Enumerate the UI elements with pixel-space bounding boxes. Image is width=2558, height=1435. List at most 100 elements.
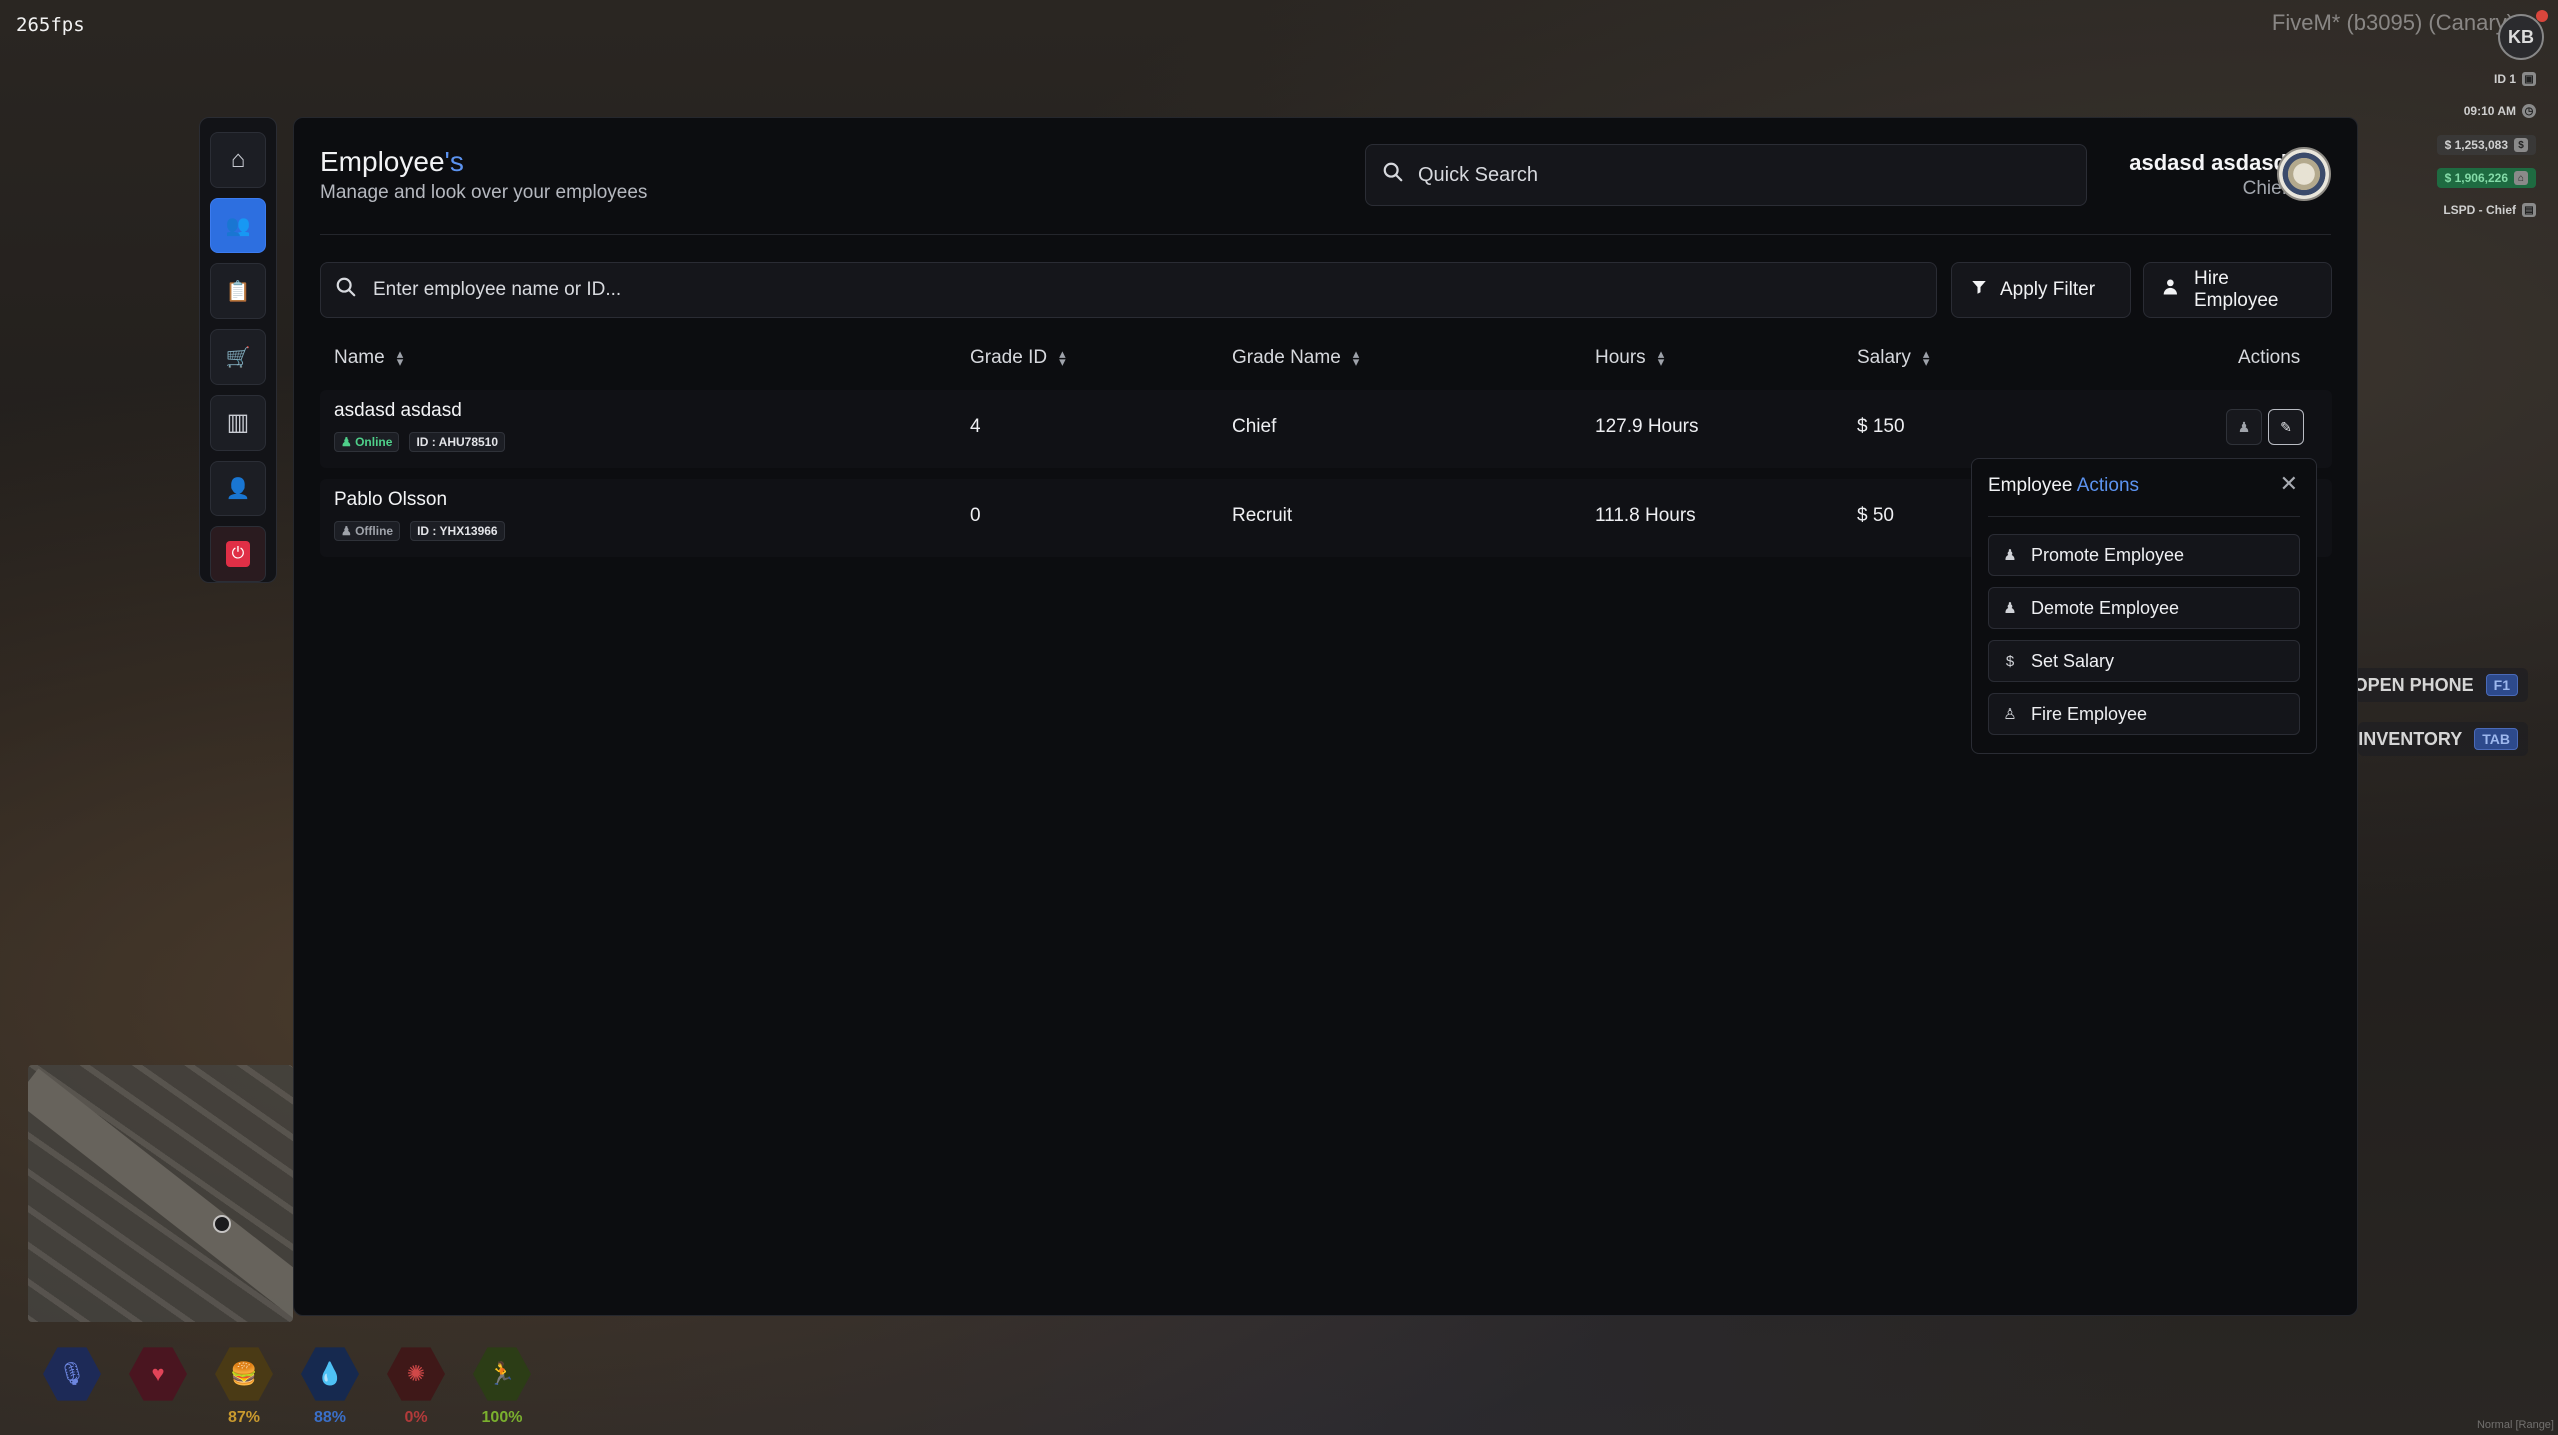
running-icon: 🏃 <box>473 1347 531 1401</box>
apply-filter-button[interactable]: Apply Filter <box>1951 262 2131 318</box>
header-divider <box>320 234 2331 235</box>
fivem-build-label: FiveM* (b3095) (Canary) <box>2271 10 2514 35</box>
keybind-badge: KB <box>2498 14 2544 60</box>
edit-employee-button[interactable]: ✎ <box>2268 409 2304 445</box>
quick-search-input[interactable]: Quick Search <box>1365 144 2087 206</box>
sidebar-item-employees[interactable]: 👥 <box>210 197 266 254</box>
clipboard-icon: 📋 <box>225 280 251 303</box>
player-id-display: ID 1 ▣ <box>2494 72 2536 86</box>
demote-employee-button[interactable]: ♟ Demote Employee <box>1988 587 2300 629</box>
user-icon: ♟ <box>341 524 356 538</box>
apply-filter-label: Apply Filter <box>2000 279 2096 300</box>
time-display: 09:10 AM ◷ <box>2464 104 2536 118</box>
user-down-icon: ♟ <box>2003 600 2017 617</box>
voice-stat: 🎙 <box>42 1345 102 1427</box>
locker-icon: ▥ <box>226 409 250 437</box>
department-badge-avatar <box>2277 147 2331 201</box>
pencil-icon: ✎ <box>2280 418 2292 435</box>
employee-search-input[interactable]: Enter employee name or ID... <box>320 262 1937 318</box>
column-header-actions: Actions <box>2238 347 2301 368</box>
search-icon <box>335 276 357 304</box>
sort-icon: ▴ ▾ <box>1352 346 1359 369</box>
sidebar-item-lockers[interactable]: ▥ <box>210 394 266 451</box>
sidebar-item-clipboard[interactable]: 📋 <box>210 263 266 320</box>
user-up-icon: ♟ <box>2003 547 2017 564</box>
thirst-stat: 💧 88% <box>300 1345 360 1427</box>
water-drop-icon: 💧 <box>301 1347 359 1401</box>
user-role: Chief <box>2242 178 2287 199</box>
grade-name-cell: Recruit <box>1232 505 1293 526</box>
set-salary-button[interactable]: $ Set Salary <box>1988 640 2300 682</box>
cart-icon: 🛒 <box>225 346 251 369</box>
minimap <box>28 1065 293 1322</box>
briefcase-icon: ▤ <box>2522 203 2536 217</box>
salary-cell: $ 50 <box>1857 505 1894 526</box>
fire-employee-button[interactable]: ♙ Fire Employee <box>1988 693 2300 735</box>
voice-range-label: Normal [Range] <box>2476 1419 2554 1431</box>
quick-search-placeholder: Quick Search <box>1418 163 1539 186</box>
dollar-circle-icon: $ <box>2005 652 2015 670</box>
inventory-hint: INVENTORY TAB <box>2358 722 2528 756</box>
sidebar-item-home[interactable]: ⌂ <box>210 132 266 188</box>
stamina-stat: 🏃 100% <box>472 1345 532 1427</box>
popup-divider <box>1988 516 2300 517</box>
user-plus-icon <box>2162 277 2182 303</box>
page-subtitle: Manage and look over your employees <box>320 182 648 203</box>
view-employee-button[interactable]: ♟ <box>2226 409 2262 445</box>
users-icon: 👥 <box>225 215 251 238</box>
sidebar-item-cart[interactable]: 🛒 <box>210 329 266 385</box>
user-name: asdasd asdasd <box>2129 150 2287 175</box>
brain-icon: ✺ <box>387 1347 445 1401</box>
job-display: LSPD - Chief ▤ <box>2443 203 2536 217</box>
sidebar-item-exit[interactable]: ⏻ <box>210 526 266 583</box>
microphone-icon: 🎙 <box>43 1347 101 1401</box>
employee-name: asdasd asdasd <box>334 400 462 421</box>
minimap-waypoint-icon <box>213 1215 231 1233</box>
hours-cell: 111.8 Hours <box>1595 505 1696 526</box>
notification-dot <box>2536 10 2548 22</box>
popup-title: Employee Actions <box>1988 475 2140 496</box>
sort-icon: ▴ ▾ <box>1922 346 1929 369</box>
column-header-grade-id[interactable]: Grade ID ▴ ▾ <box>970 347 1066 369</box>
hunger-stat: 🍔 87% <box>214 1345 274 1427</box>
cash-display: $ 1,253,083 $ <box>2436 135 2536 155</box>
status-badge: ♟ Offline <box>334 521 401 541</box>
employee-actions-popup: Employee Actions ✕ ♟ Promote Employee ♟ De… <box>1971 458 2317 754</box>
hours-cell: 127.9 Hours <box>1595 416 1699 437</box>
employee-name: Pablo Olsson <box>334 489 448 510</box>
filter-icon <box>1970 278 1988 302</box>
hire-employee-button[interactable]: Hire Employee <box>2143 262 2332 318</box>
cash-icon: $ <box>2514 138 2528 152</box>
health-stat: ♥ <box>128 1345 188 1427</box>
bank-icon: ⌂ <box>2514 171 2528 185</box>
column-header-name[interactable]: Name ▴ ▾ <box>334 346 403 369</box>
column-header-salary[interactable]: Salary ▴ ▾ <box>1857 346 1929 369</box>
sort-icon: ▴ ▾ <box>396 346 403 369</box>
bank-display: $ 1,906,226 ⌂ <box>2436 168 2536 188</box>
grade-id-cell: 0 <box>970 505 981 526</box>
user-icon: ♟ <box>2237 418 2251 435</box>
stress-stat: ✺ 0% <box>386 1345 446 1427</box>
status-bars: 🎙 ♥ 🍔 87% 💧 88% ✺ 0% 🏃 100% <box>42 1345 532 1427</box>
close-icon[interactable]: ✕ <box>2280 471 2298 497</box>
column-header-grade-name[interactable]: Grade Name ▴ ▾ <box>1232 346 1359 369</box>
column-header-hours[interactable]: Hours ▴ ▾ <box>1595 346 1664 369</box>
heart-icon: ♥ <box>129 1347 187 1401</box>
search-icon <box>1382 161 1404 189</box>
employee-id-badge: ID : AHU78510 <box>409 432 506 452</box>
promote-employee-button[interactable]: ♟ Promote Employee <box>1988 534 2300 576</box>
clock-icon: ◷ <box>2522 104 2536 118</box>
sort-icon: ▴ ▾ <box>1657 346 1664 369</box>
table-row[interactable]: asdasd asdasd ♟ Online ID : AHU78510 4 C… <box>320 390 2332 468</box>
exit-icon: ⏻ <box>226 541 250 568</box>
user-icon: ♟ <box>341 435 356 449</box>
employee-search-placeholder: Enter employee name or ID... <box>373 279 622 300</box>
fps-counter: 265fps <box>16 14 85 36</box>
page-title: Employee's <box>320 146 464 177</box>
home-icon: ⌂ <box>230 145 246 173</box>
food-icon: 🍔 <box>215 1347 273 1401</box>
current-user: asdasd asdasd Chief <box>2129 150 2287 200</box>
open-phone-hint: OPEN PHONE F1 <box>2353 668 2528 702</box>
sidebar-item-profile[interactable]: 👤 <box>210 460 266 517</box>
grade-id-cell: 4 <box>970 416 981 437</box>
